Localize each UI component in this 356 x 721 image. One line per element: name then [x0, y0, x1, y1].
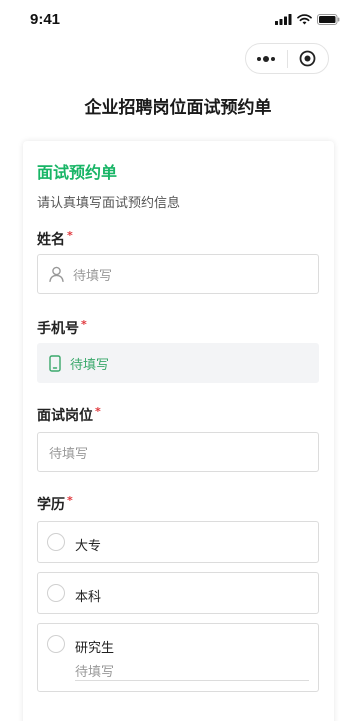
education-option-benke[interactable]: 本科 [37, 572, 319, 614]
status-icons [275, 14, 340, 25]
more-dots-icon [257, 55, 276, 62]
other-input-placeholder: 待填写 [75, 665, 115, 680]
page-title: 企业招聘岗位面试预约单 [84, 98, 272, 118]
form-title: 面试预约单 [37, 163, 118, 182]
radio-button[interactable] [47, 533, 65, 551]
wifi-icon [297, 14, 312, 25]
education-label-text: 学历 [37, 497, 65, 513]
phone-label-text: 手机号 [37, 321, 79, 337]
phone-input[interactable]: 待填写 [37, 343, 319, 383]
name-label: 姓名 * [37, 229, 73, 249]
phone-placeholder: 待填写 [70, 357, 110, 373]
option-label: 研究生 [75, 641, 115, 656]
name-placeholder: 待填写 [73, 268, 113, 284]
phone-label: 手机号 * [37, 318, 87, 338]
position-input[interactable]: 待填写 [37, 432, 319, 472]
phone-icon [49, 354, 61, 372]
other-input[interactable]: 待填写 [75, 661, 309, 681]
name-label-text: 姓名 [37, 232, 65, 248]
status-time: 9:41 [30, 11, 61, 28]
required-mark: * [67, 229, 73, 242]
education-option-yanjiusheng[interactable]: 研究生 待填写 [37, 623, 319, 692]
education-option-dazhuan[interactable]: 大专 [37, 521, 319, 563]
miniprogram-capsule [245, 43, 329, 74]
position-placeholder: 待填写 [49, 446, 89, 462]
battery-icon [317, 14, 340, 25]
option-label: 大专 [75, 539, 102, 554]
signal-icon [275, 14, 292, 25]
required-mark: * [95, 405, 101, 418]
target-close-icon [299, 50, 316, 67]
radio-button[interactable] [47, 635, 65, 653]
status-bar: 9:41 [0, 0, 356, 40]
more-button[interactable] [246, 44, 287, 73]
education-label: 学历 * [37, 494, 73, 514]
position-label: 面试岗位 * [37, 405, 101, 425]
user-icon [49, 266, 64, 282]
option-label: 本科 [75, 590, 102, 605]
close-miniprogram-button[interactable] [288, 44, 329, 73]
position-label-text: 面试岗位 [37, 408, 93, 424]
radio-button[interactable] [47, 584, 65, 602]
form-description: 请认真填写面试预约信息 [37, 196, 181, 211]
required-mark: * [67, 494, 73, 507]
required-mark: * [81, 318, 87, 331]
name-input[interactable]: 待填写 [37, 254, 319, 294]
